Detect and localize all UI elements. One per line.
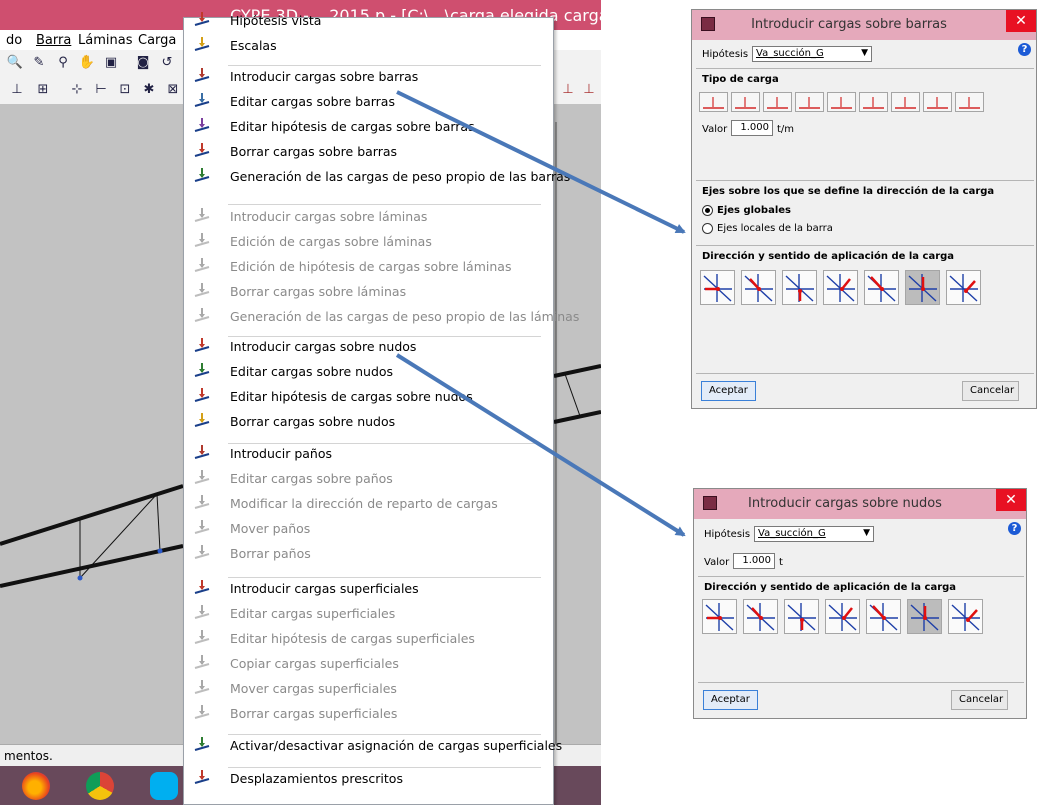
- load-direction-button[interactable]: [743, 599, 778, 634]
- load-direction-button[interactable]: [784, 599, 819, 634]
- load-direction-button[interactable]: [741, 270, 776, 305]
- valor-input[interactable]: 1.000: [733, 553, 775, 569]
- axes-direction-icon: [910, 603, 939, 631]
- chevron-down-icon: ▼: [863, 528, 870, 538]
- load-direction-button[interactable]: [946, 270, 981, 305]
- ejes-globales-label: Ejes globales: [717, 205, 791, 216]
- arrow-to-node-dialog: [395, 353, 686, 537]
- point-load-icon[interactable]: [699, 92, 728, 112]
- hipotesis-select[interactable]: Va_succión_G ▼: [752, 46, 872, 62]
- divider: [696, 180, 1034, 181]
- hipotesis-value: Va_succión_G: [758, 528, 826, 539]
- load-direction-button[interactable]: [907, 599, 942, 634]
- valor-label: Valor: [702, 124, 728, 135]
- dialog-bar-loads: Introducir cargas sobre barras ✕ ? Hipót…: [691, 9, 1037, 409]
- divider: [698, 682, 1024, 683]
- hipotesis-value: Va_succión_G: [756, 48, 824, 59]
- help-icon[interactable]: ?: [1008, 522, 1021, 535]
- chevron-down-icon: ▼: [861, 48, 868, 58]
- axes-direction-icon: [828, 603, 857, 631]
- dialog-bar-titlebar: Introducir cargas sobre barras ✕: [692, 10, 1036, 40]
- valor-unit: t/m: [777, 124, 795, 135]
- axes-direction-icon: [867, 274, 896, 302]
- axes-direction-icon: [951, 603, 980, 631]
- load-direction-button[interactable]: [700, 270, 735, 305]
- dialog-bar-title: Introducir cargas sobre barras: [751, 17, 947, 32]
- dialog-node-titlebar: Introducir cargas sobre nudos ✕: [694, 489, 1026, 519]
- hipotesis-label: Hipótesis: [702, 49, 749, 60]
- load-direction-button[interactable]: [866, 599, 901, 634]
- ejes-globales-radio[interactable]: [702, 205, 713, 216]
- axes-direction-icon: [787, 603, 816, 631]
- direccion-label: Dirección y sentido de aplicación de la …: [702, 251, 955, 262]
- discrete-triangular-load-icon[interactable]: [859, 92, 888, 112]
- load-direction-button[interactable]: [864, 270, 899, 305]
- cancel-button[interactable]: Cancelar: [962, 381, 1019, 401]
- hipotesis-label: Hipótesis: [704, 529, 751, 540]
- divider: [698, 576, 1024, 577]
- axes-direction-icon: [869, 603, 898, 631]
- partial-uniform-load-icon[interactable]: [763, 92, 792, 112]
- thermal-gradient-load-icon[interactable]: [955, 92, 984, 112]
- dialog-node-title: Introducir cargas sobre nudos: [748, 496, 942, 511]
- valor-label: Valor: [704, 557, 730, 568]
- axes-direction-icon: [826, 274, 855, 302]
- divider: [696, 245, 1034, 246]
- load-direction-button[interactable]: [905, 270, 940, 305]
- ejes-locales-radio[interactable]: [702, 223, 713, 234]
- help-icon[interactable]: ?: [1018, 43, 1031, 56]
- accept-button[interactable]: Aceptar: [703, 690, 758, 710]
- uniform-load-icon[interactable]: [731, 92, 760, 112]
- accept-button[interactable]: Aceptar: [701, 381, 756, 401]
- trapezoidal-load-icon[interactable]: [795, 92, 824, 112]
- valor-input[interactable]: 1.000: [731, 120, 773, 136]
- load-direction-button[interactable]: [948, 599, 983, 634]
- dialog-node-loads: Introducir cargas sobre nudos ✕ ? Hipóte…: [693, 488, 1027, 719]
- ejes-locales-label: Ejes locales de la barra: [717, 223, 833, 234]
- divider: [696, 68, 1034, 69]
- load-direction-button[interactable]: [823, 270, 858, 305]
- load-direction-button[interactable]: [825, 599, 860, 634]
- axes-direction-icon: [746, 603, 775, 631]
- divider: [696, 373, 1034, 374]
- direccion-label: Dirección y sentido de aplicación de la …: [704, 582, 957, 593]
- load-direction-button[interactable]: [782, 270, 817, 305]
- close-icon[interactable]: ✕: [1006, 10, 1036, 32]
- axes-direction-icon: [949, 274, 978, 302]
- valor-unit: t: [779, 557, 783, 568]
- axes-direction-icon: [703, 274, 732, 302]
- thermal-load-icon[interactable]: [923, 92, 952, 112]
- moment-load-icon[interactable]: [891, 92, 920, 112]
- close-icon[interactable]: ✕: [996, 489, 1026, 511]
- hipotesis-select[interactable]: Va_succión_G ▼: [754, 526, 874, 542]
- load-direction-button[interactable]: [702, 599, 737, 634]
- axes-direction-icon: [705, 603, 734, 631]
- axes-direction-icon: [908, 274, 937, 302]
- arrow-to-bar-dialog: [396, 90, 686, 234]
- axes-direction-icon: [744, 274, 773, 302]
- tipo-carga-label: Tipo de carga: [702, 74, 779, 85]
- cancel-button[interactable]: Cancelar: [951, 690, 1008, 710]
- ejes-label: Ejes sobre los que se define la direcció…: [702, 186, 995, 197]
- triangular-load-icon[interactable]: [827, 92, 856, 112]
- axes-direction-icon: [785, 274, 814, 302]
